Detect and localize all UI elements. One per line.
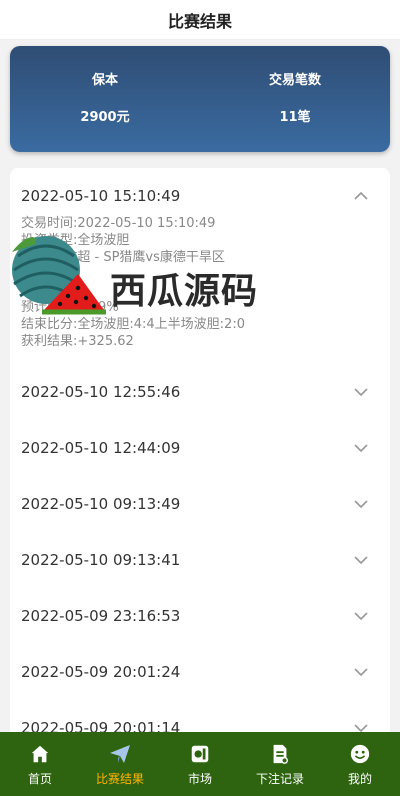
market-icon (188, 742, 212, 766)
principal-label: 保本 (91, 73, 118, 88)
trades-column: 交易笔数 11笔 (200, 46, 390, 152)
tab-label: 市场 (187, 771, 212, 786)
result-item-header[interactable]: 2022-05-10 09:13:41 (10, 532, 390, 588)
tab-match-results[interactable]: 比赛结果 (80, 732, 160, 796)
page-header: 比赛结果 (0, 0, 400, 40)
chevron-down-icon[interactable] (352, 551, 370, 569)
chevron-down-icon[interactable] (352, 607, 370, 625)
watermark-logo: 西瓜源码 (6, 230, 270, 340)
record-icon (268, 742, 292, 766)
watermelon-icon (12, 236, 106, 315)
tab-label: 首页 (27, 771, 52, 786)
profile-icon (348, 742, 372, 766)
result-datetime: 2022-05-10 09:13:41 (21, 551, 181, 570)
tab-profile[interactable]: 我的 (320, 732, 400, 796)
result-item: 2022-05-09 20:01:24 (10, 644, 390, 700)
trades-value: 11笔 (279, 110, 311, 125)
tab-label: 我的 (347, 771, 372, 786)
trades-label: 交易笔数 (268, 73, 321, 88)
result-item: 2022-05-09 23:16:53 (10, 588, 390, 644)
watermark-text: 西瓜源码 (110, 271, 259, 312)
chevron-down-icon[interactable] (352, 383, 370, 401)
result-datetime: 2022-05-10 12:44:09 (21, 439, 181, 458)
result-item: 2022-05-10 09:13:49 (10, 476, 390, 532)
tab-label: 比赛结果 (95, 771, 144, 786)
result-item-header[interactable]: 2022-05-10 09:13:49 (10, 476, 390, 532)
result-item-header[interactable]: 2022-05-09 20:01:24 (10, 644, 390, 700)
result-item: 2022-05-10 12:55:46 (10, 364, 390, 420)
result-datetime: 2022-05-09 20:01:24 (21, 663, 181, 682)
bottom-tab-bar: 首页 比赛结果 市场 下注记录 我的 (0, 732, 400, 796)
tab-market[interactable]: 市场 (160, 732, 240, 796)
home-icon (28, 742, 52, 766)
result-item-header[interactable]: 2022-05-09 23:16:53 (10, 588, 390, 644)
page-title: 比赛结果 (167, 11, 232, 31)
result-item-header[interactable]: 2022-05-10 12:44:09 (10, 420, 390, 476)
result-datetime: 2022-05-09 23:16:53 (21, 607, 181, 626)
chevron-up-icon[interactable] (352, 187, 370, 205)
principal-column: 保本 2900元 (10, 46, 200, 152)
result-datetime: 2022-05-10 15:10:49 (21, 187, 181, 205)
result-datetime: 2022-05-10 12:55:46 (21, 383, 181, 402)
result-item: 2022-05-10 12:44:09 (10, 420, 390, 476)
paper-plane-icon (108, 742, 132, 766)
chevron-down-icon[interactable] (352, 439, 370, 457)
chevron-down-icon[interactable] (352, 495, 370, 513)
principal-value: 2900元 (80, 110, 130, 125)
result-item: 2022-05-10 09:13:41 (10, 532, 390, 588)
result-item-header[interactable]: 2022-05-10 12:55:46 (10, 364, 390, 420)
summary-card: 保本 2900元 交易笔数 11笔 (10, 46, 390, 152)
tab-bet-records[interactable]: 下注记录 (240, 732, 320, 796)
chevron-down-icon[interactable] (352, 663, 370, 681)
tab-home[interactable]: 首页 (0, 732, 80, 796)
result-datetime: 2022-05-10 09:13:49 (21, 495, 181, 514)
tab-label: 下注记录 (255, 771, 304, 786)
